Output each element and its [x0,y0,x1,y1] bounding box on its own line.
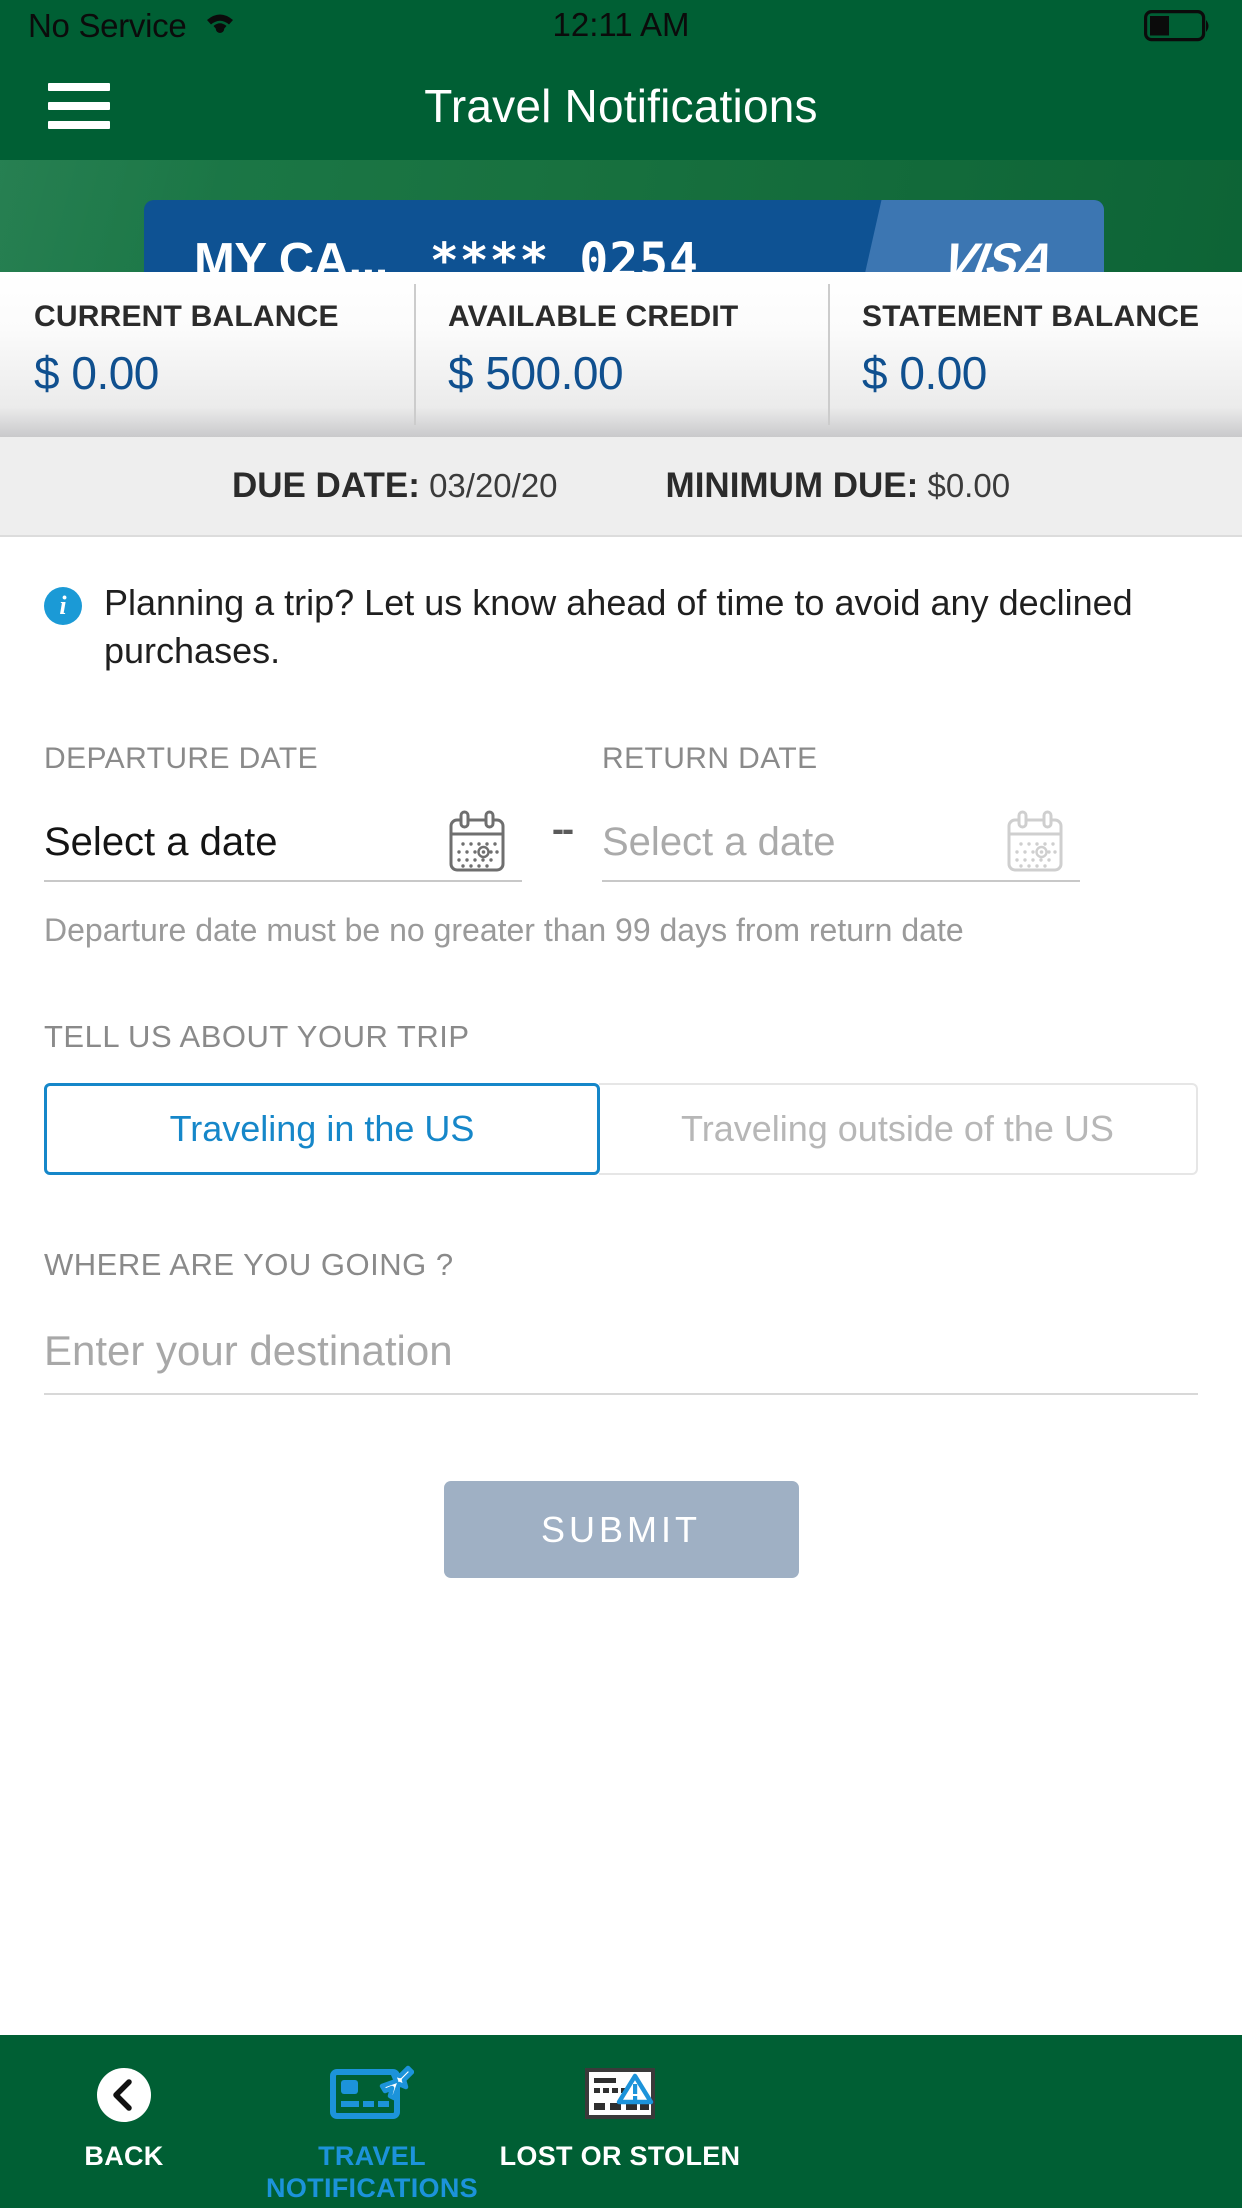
page-title: Travel Notifications [424,80,818,132]
return-date-placeholder: Select a date [602,819,836,864]
tab-label-line2: NOTIFICATIONS [266,2172,478,2203]
status-bar: No Service 12:11 AM [0,0,1242,52]
departure-date-label: DEPARTURE DATE [44,742,318,776]
submit-row: SUBMIT [44,1481,1198,1579]
departure-date-value: Select a date [44,819,278,864]
date-range-row: DEPARTURE DATE Select a date -- RETURN D… [44,742,1198,883]
balance-value: $ 0.00 [862,347,987,399]
balance-label: AVAILABLE CREDIT [448,300,739,333]
travel-notification-form: i Planning a trip? Let us know ahead of … [0,537,1242,2035]
minimum-due-label: MINIMUM DUE: [665,466,919,505]
destination-placeholder: Enter your destination [44,1327,453,1375]
calendar-icon[interactable] [446,810,508,874]
balance-summary: CURRENT BALANCE $ 0.00 AVAILABLE CREDIT … [0,272,1242,437]
balance-cell-current: CURRENT BALANCE $ 0.00 [0,272,414,437]
due-date-label: DUE DATE: [231,466,420,505]
calendar-icon[interactable] [1004,810,1066,874]
date-range-hint: Departure date must be no greater than 9… [44,912,964,949]
card-warning-icon [578,2063,662,2127]
departure-date-field[interactable]: DEPARTURE DATE Select a date [44,742,522,883]
trip-type-segmented-control: Traveling in the US Traveling outside of… [44,1083,1198,1176]
return-date-input[interactable]: Select a date [602,804,1080,883]
balance-label: CURRENT BALANCE [34,300,339,333]
balance-cell-available: AVAILABLE CREDIT $ 500.00 [414,272,828,437]
due-date-value: 03/20/20 [429,467,558,504]
submit-button[interactable]: SUBMIT [443,1481,799,1579]
tab-label-lost-or-stolen: LOST OR STOLEN [499,2141,741,2171]
info-banner: i Planning a trip? Let us know ahead of … [44,537,1198,674]
app-screen: No Service 12:11 AM Travel Notifications… [0,0,1242,2208]
trip-type-label: TELL US ABOUT YOUR TRIP [44,1019,470,1055]
date-range-separator: -- [552,808,574,850]
info-circle-icon: i [44,587,82,625]
nav-bar: Travel Notifications [0,52,1242,160]
hamburger-bar [48,102,110,110]
chevron-left-circle-icon [95,2063,153,2127]
balance-label: STATEMENT BALANCE [862,300,1200,333]
tab-lost-or-stolen[interactable]: LOST OR STOLEN [496,2063,744,2173]
tab-label-travel-notifications: TRAVEL NOTIFICATIONS [266,2141,478,2205]
card-band: MY CA... **** 0254 VISA [0,160,1242,322]
trip-type-option-in-us[interactable]: Traveling in the US [44,1083,600,1176]
tab-travel-notifications[interactable]: TRAVEL NOTIFICATIONS [248,2063,496,2205]
hamburger-bar [48,83,110,91]
destination-label: WHERE ARE YOU GOING ? [44,1247,454,1283]
balance-value: $ 0.00 [34,347,159,399]
due-date-item: DUE DATE: 03/20/20 [232,466,558,506]
minimum-due-item: MINIMUM DUE: $0.00 [666,466,1011,506]
balance-value: $ 500.00 [448,347,624,399]
trip-type-option-outside-us[interactable]: Traveling outside of the US [599,1083,1198,1176]
tab-back[interactable]: BACK [0,2063,248,2173]
card-airplane-icon [330,2063,414,2127]
bottom-tab-bar: BACK TRAVEL NOTIFICATIONS LOST OR STOLEN [0,2035,1242,2208]
return-date-label: RETURN DATE [602,742,818,776]
balance-cell-statement: STATEMENT BALANCE $ 0.00 [828,272,1242,437]
return-date-field[interactable]: RETURN DATE Select a date [602,742,1080,883]
destination-input[interactable]: Enter your destination [44,1309,1198,1396]
minimum-due-value: $0.00 [927,467,1011,504]
clock-label: 12:11 AM [552,6,690,43]
tab-label-line1: TRAVEL [318,2141,426,2171]
hamburger-bar [48,121,110,129]
due-summary-row: DUE DATE: 03/20/20 MINIMUM DUE: $0.00 [0,437,1242,537]
info-banner-text: Planning a trip? Let us know ahead of ti… [104,582,1133,671]
departure-date-input[interactable]: Select a date [44,804,522,883]
tab-label-back: BACK [84,2141,164,2171]
hamburger-menu-icon[interactable] [48,83,110,129]
